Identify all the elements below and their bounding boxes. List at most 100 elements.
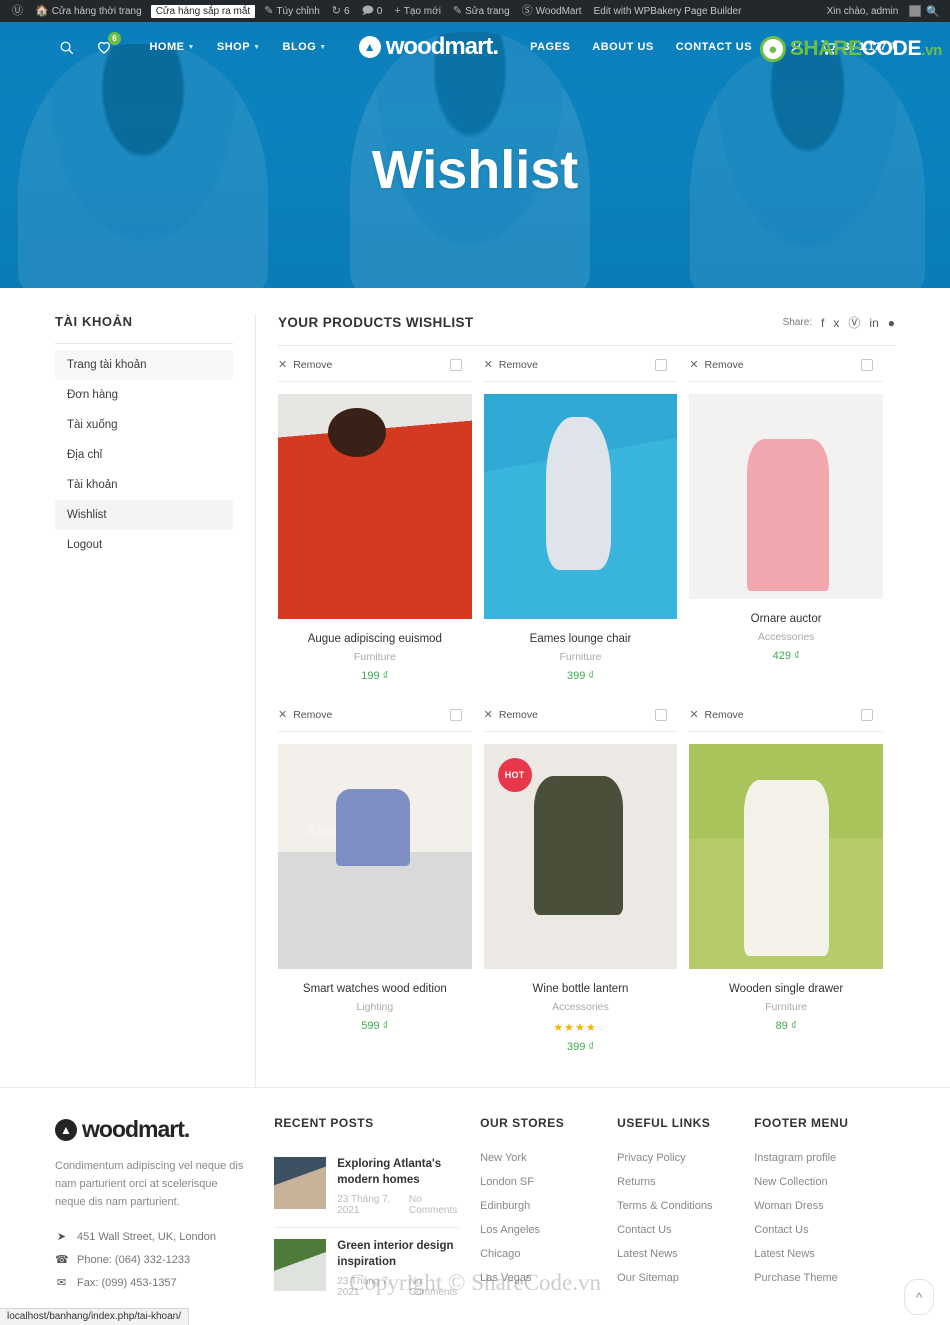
plus-icon: + xyxy=(394,4,401,17)
footer-link-sitemap[interactable]: Our Sitemap xyxy=(617,1266,754,1290)
footer-column-title: RECENT POSTS xyxy=(274,1116,374,1130)
footer-link-new-york[interactable]: New York xyxy=(480,1146,617,1170)
phone-icon: ☎ xyxy=(55,1254,69,1267)
admin-bar-label: Tạo mới xyxy=(403,5,441,17)
wishlist-content: YOUR PRODUCTS WISHLIST Share: f x Ⓥ in ●… xyxy=(255,314,895,1087)
telegram-icon[interactable]: ● xyxy=(888,316,895,330)
admin-bar-updates[interactable]: ↻ 6 xyxy=(326,0,356,22)
x-twitter-icon[interactable]: x xyxy=(833,316,839,330)
recent-post-item[interactable]: Exploring Atlanta's modern homes 23 Thán… xyxy=(274,1146,460,1227)
wp-logo-icon[interactable]: Ⓤ xyxy=(6,0,29,22)
footer-link-new-collection[interactable]: New Collection xyxy=(754,1170,895,1194)
woodmart-logo-icon: ▲ xyxy=(55,1118,77,1141)
sharecode-code-text: CODE xyxy=(861,37,922,60)
footer-link-privacy-policy[interactable]: Privacy Policy xyxy=(617,1146,754,1170)
sidebar-item-logout[interactable]: Logout xyxy=(55,530,233,560)
item-checkbox[interactable] xyxy=(860,708,873,721)
remove-button[interactable]: ✕ Remove xyxy=(689,358,743,372)
footer-link-woman-dress[interactable]: Woman Dress xyxy=(754,1194,895,1218)
search-icon[interactable]: 🔍 xyxy=(926,5,940,18)
post-thumbnail[interactable] xyxy=(274,1239,327,1292)
nav-item-pages[interactable]: PAGES xyxy=(530,41,570,53)
site-logo[interactable]: ▲ woodmart. xyxy=(358,33,499,61)
remove-button[interactable]: ✕ Remove xyxy=(484,358,538,372)
footer-link-latest-news[interactable]: Latest News xyxy=(617,1242,754,1266)
remove-button[interactable]: ✕ Remove xyxy=(689,708,743,722)
contact-text: Fax: (099) 453-1357 xyxy=(77,1276,177,1289)
nav-item-shop[interactable]: SHOP ▼ xyxy=(217,41,261,53)
nav-item-blog[interactable]: BLOG ▼ xyxy=(283,41,327,53)
admin-bar-greeting[interactable]: Xin chào, admin xyxy=(821,0,905,22)
sidebar-item-dashboard[interactable]: Trang tài khoản xyxy=(55,350,233,380)
footer-link-las-vegas[interactable]: Las Vegas xyxy=(480,1266,617,1290)
admin-bar-new[interactable]: + Tạo mới xyxy=(388,0,447,22)
sidebar-item-addresses[interactable]: Địa chỉ xyxy=(55,440,233,470)
footer-link-returns[interactable]: Returns xyxy=(617,1170,754,1194)
product-name[interactable]: Wooden single drawer xyxy=(689,983,883,995)
sidebar-item-downloads[interactable]: Tài xuống xyxy=(55,410,233,440)
item-checkbox[interactable] xyxy=(449,358,462,371)
footer-link-purchase-theme[interactable]: Purchase Theme xyxy=(754,1266,895,1290)
product-category: Accessories xyxy=(757,631,815,643)
footer-logo[interactable]: ▲ woodmart. xyxy=(55,1116,250,1143)
product-image[interactable]: ShareCode.vn xyxy=(278,744,472,969)
nav-item-about-us[interactable]: ABOUT US xyxy=(592,41,653,53)
admin-bar-wpbakery[interactable]: Edit with WPBakery Page Builder xyxy=(588,0,748,22)
item-checkbox[interactable] xyxy=(860,358,873,371)
search-icon[interactable] xyxy=(55,36,77,58)
sidebar-item-account-details[interactable]: Tài khoản xyxy=(55,470,233,500)
account-page-body: TÀI KHOẢN Trang tài khoản Đơn hàng Tài x… xyxy=(0,288,950,1087)
item-checkbox[interactable] xyxy=(449,708,462,721)
product-image[interactable] xyxy=(689,744,883,969)
admin-bar-customize[interactable]: ✎ Tùy chỉnh xyxy=(258,0,326,22)
refresh-icon: ↻ xyxy=(331,4,342,17)
pinterest-icon[interactable]: Ⓥ xyxy=(848,314,860,331)
product-name[interactable]: Smart watches wood edition xyxy=(278,983,472,995)
linkedin-icon[interactable]: in xyxy=(869,316,878,330)
admin-bar-site-name[interactable]: 🏠 Cửa hàng thời trang xyxy=(29,0,148,22)
remove-button[interactable]: ✕ Remove xyxy=(278,358,332,372)
post-title[interactable]: Green interior design inspiration xyxy=(337,1239,460,1270)
footer-link-instagram-profile[interactable]: Instagram profile xyxy=(754,1146,895,1170)
recent-post-item[interactable]: Green interior design inspiration 23 Thá… xyxy=(274,1227,461,1309)
footer-about-column: ▲ woodmart. Condimentum adipiscing vel n… xyxy=(55,1116,274,1309)
wishlist-heart-icon[interactable]: 6 xyxy=(93,32,121,58)
close-icon: ✕ xyxy=(689,359,699,371)
nav-item-contact-us[interactable]: CONTACT US xyxy=(676,41,752,53)
remove-button[interactable]: ✕ Remove xyxy=(484,708,538,722)
product-image[interactable] xyxy=(483,394,678,619)
footer-link-contact-us-2[interactable]: Contact Us xyxy=(754,1218,895,1242)
admin-bar-label: Edit with WPBakery Page Builder xyxy=(593,5,742,17)
admin-bar-edit-page[interactable]: ✎ Sửa trang xyxy=(447,0,516,22)
footer-link-edinburgh[interactable]: Edinburgh xyxy=(480,1194,617,1218)
product-price: 399 ₫ xyxy=(566,1041,595,1053)
product-name[interactable]: Eames lounge chair xyxy=(484,633,678,645)
item-checkbox[interactable] xyxy=(655,358,668,371)
nav-item-home[interactable]: HOME ▼ xyxy=(149,41,194,53)
product-image[interactable] xyxy=(278,394,472,619)
remove-button[interactable]: ✕ Remove xyxy=(278,708,332,722)
facebook-icon[interactable]: f xyxy=(821,316,824,330)
product-name[interactable]: Wine bottle lantern xyxy=(484,983,678,995)
footer-link-chicago[interactable]: Chicago xyxy=(480,1242,617,1266)
footer-link-los-angeles[interactable]: Los Angeles xyxy=(480,1218,617,1242)
sidebar-item-wishlist[interactable]: Wishlist xyxy=(55,500,233,530)
product-image[interactable]: HOT xyxy=(483,744,678,969)
post-title[interactable]: Exploring Atlanta's modern homes xyxy=(337,1157,460,1188)
admin-bar-comments[interactable]: 🗩 0 xyxy=(356,0,389,22)
item-checkbox[interactable] xyxy=(655,708,668,721)
post-thumbnail[interactable] xyxy=(274,1157,327,1209)
product-name[interactable]: Ornare auctor xyxy=(689,613,883,625)
admin-bar-coming-soon[interactable]: Cửa hàng sắp ra mắt xyxy=(150,4,256,18)
nav-label: HOME xyxy=(149,41,185,53)
sidebar-item-orders[interactable]: Đơn hàng xyxy=(55,380,233,410)
footer-link-london-sf[interactable]: London SF xyxy=(480,1170,617,1194)
admin-bar-woodmart[interactable]: Ⓢ WoodMart xyxy=(516,0,588,22)
product-category: Lighting xyxy=(356,1001,394,1013)
footer-link-latest-news-2[interactable]: Latest News xyxy=(754,1242,895,1266)
product-image[interactable] xyxy=(689,394,883,599)
footer-link-terms[interactable]: Terms & Conditions xyxy=(617,1194,754,1218)
scroll-to-top-button[interactable]: ^ xyxy=(904,1279,934,1315)
product-name[interactable]: Augue adipiscing euismod xyxy=(278,633,472,645)
footer-link-contact-us[interactable]: Contact Us xyxy=(617,1218,754,1242)
